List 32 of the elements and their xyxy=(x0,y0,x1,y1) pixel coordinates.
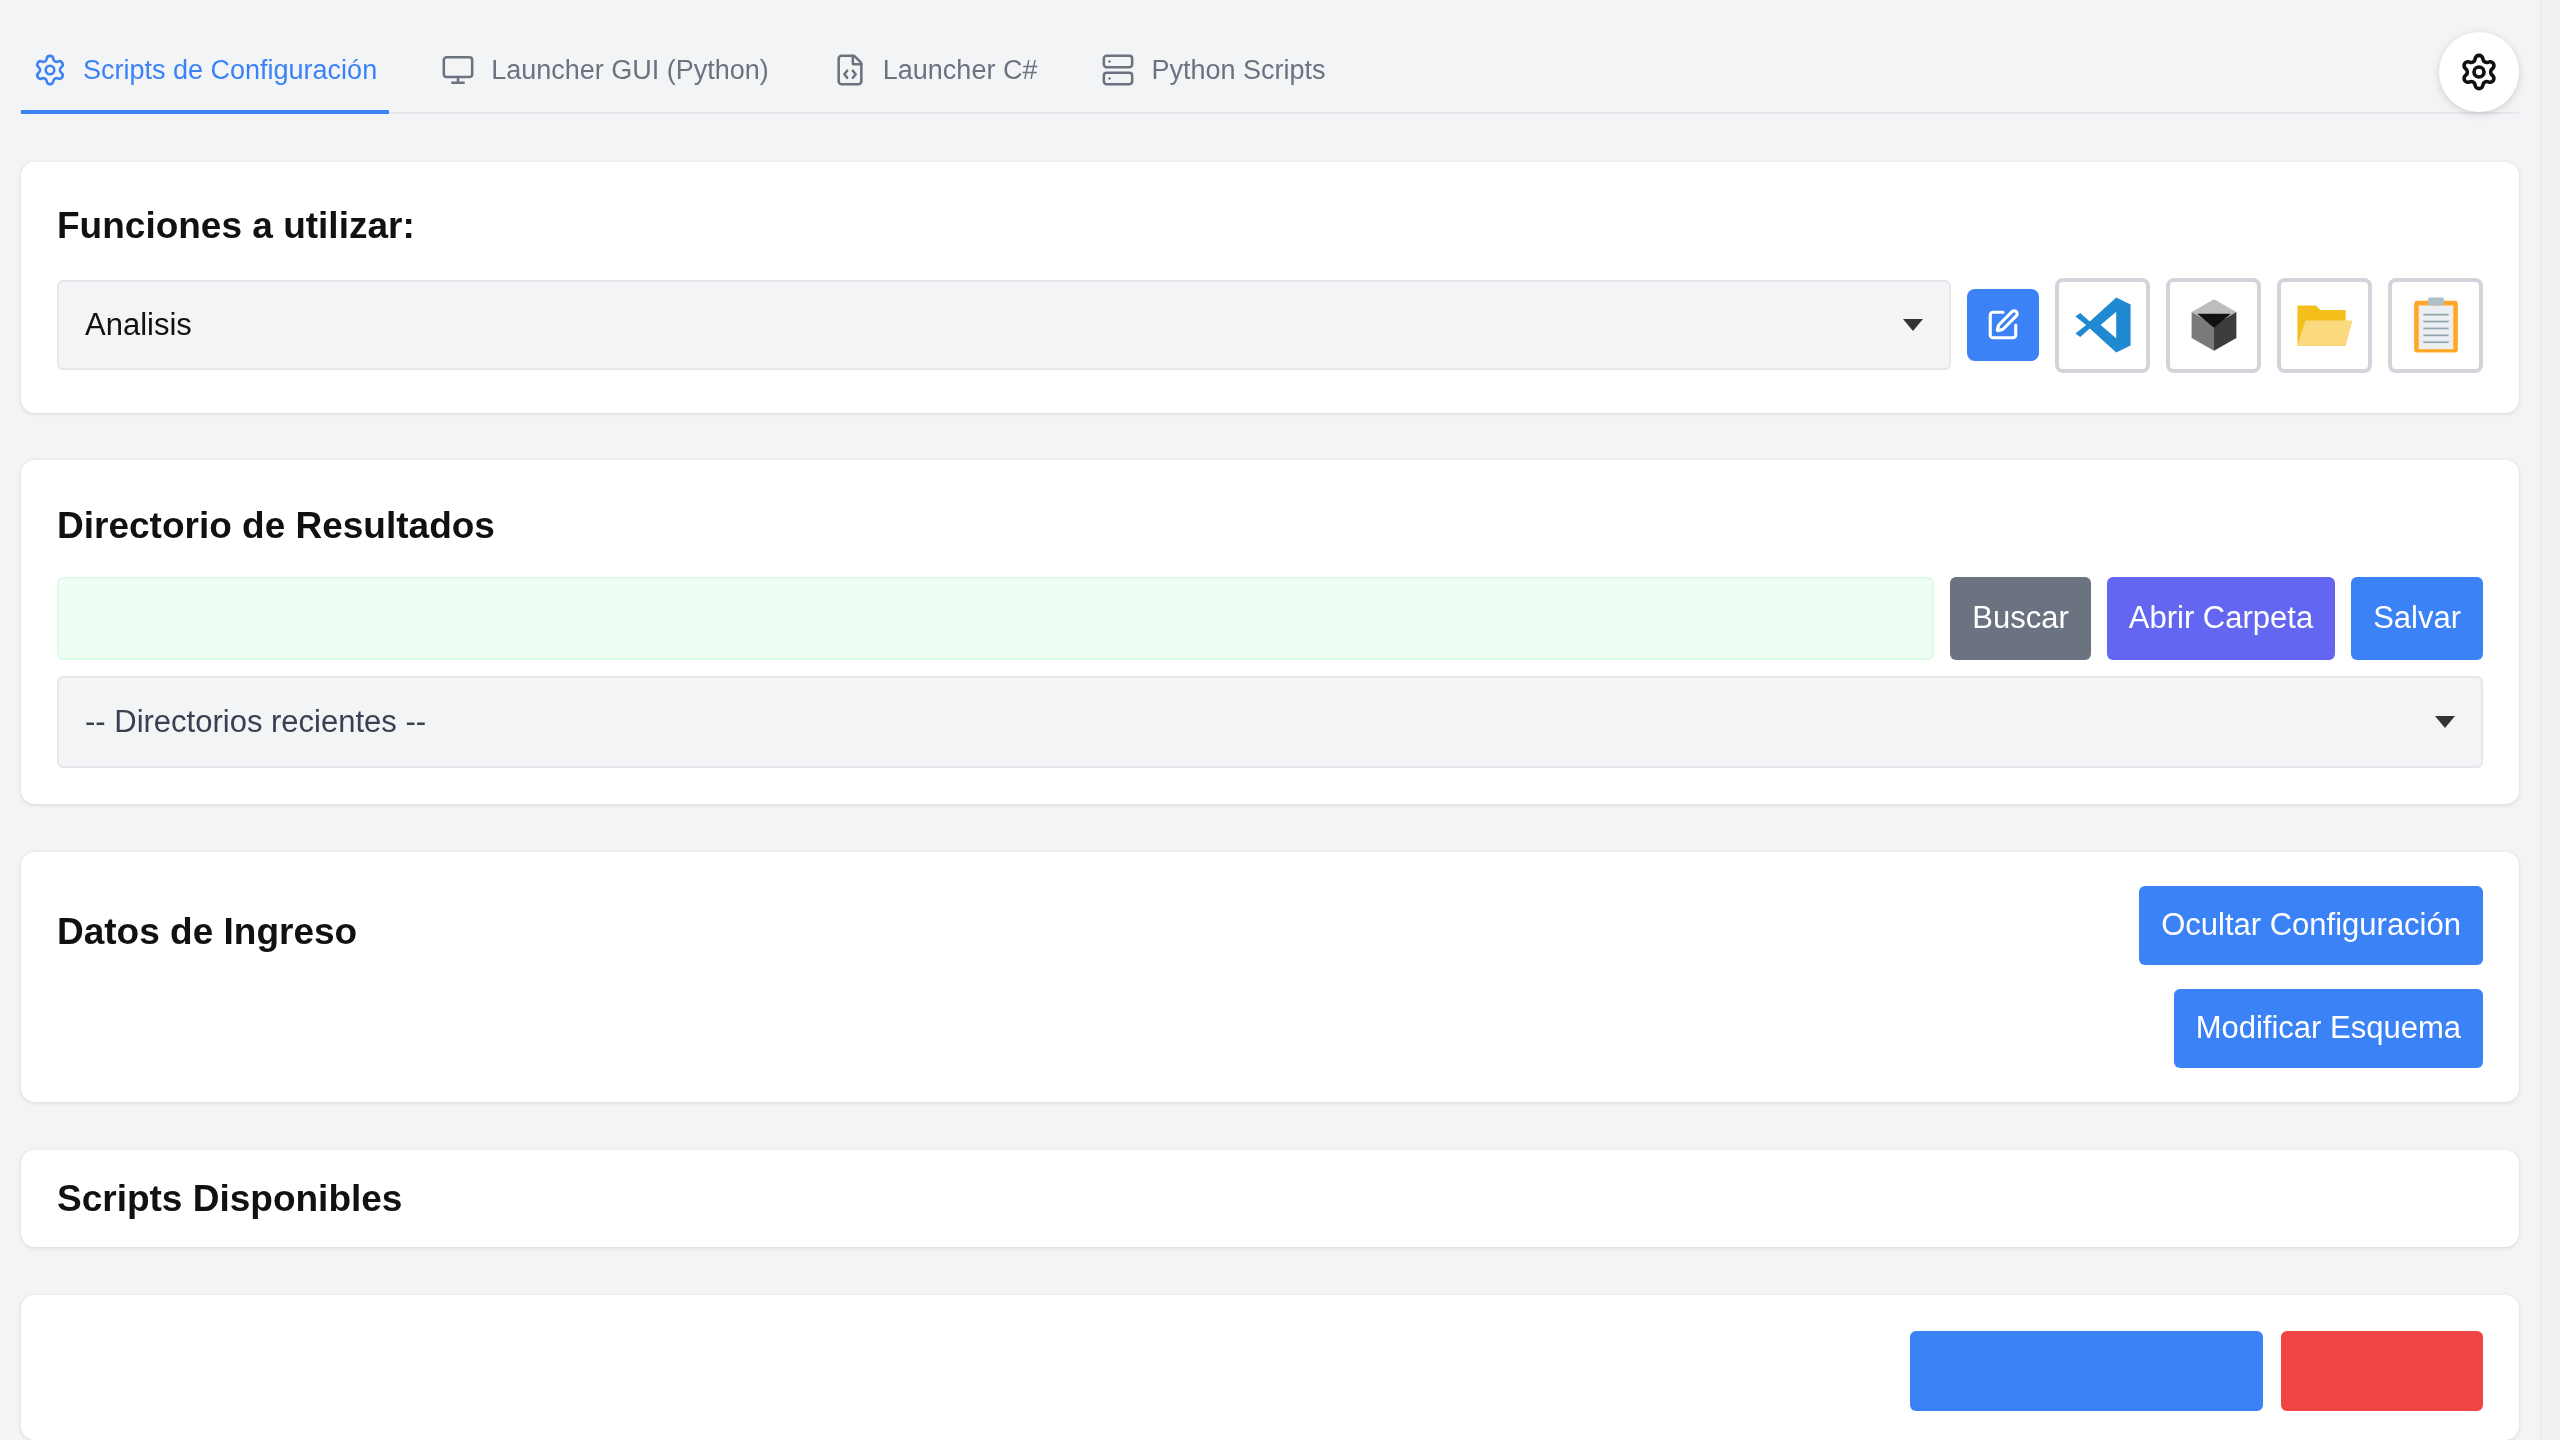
edit-icon xyxy=(1986,308,2020,342)
edit-button[interactable] xyxy=(1967,289,2039,361)
tab[interactable]: Scripts de Configuración xyxy=(21,49,390,114)
cube-app-button[interactable] xyxy=(2166,277,2261,373)
recent-directories-select[interactable]: -- Directorios recientes -- xyxy=(57,676,2483,768)
clipboard-icon xyxy=(2412,296,2459,354)
card-title: Funciones a utilizar: xyxy=(57,204,416,248)
card-title: Datos de Ingreso xyxy=(57,910,358,954)
dropdown-caret-icon xyxy=(2435,716,2455,728)
dropdown-caret-icon xyxy=(1903,319,1923,331)
tab[interactable]: Launcher C# xyxy=(820,49,1050,114)
tab[interactable]: Python Scripts xyxy=(1089,49,1338,114)
settings-icon xyxy=(2459,52,2499,92)
folder-icon xyxy=(2295,302,2354,348)
action-button[interactable]: Abrir Carpeta xyxy=(2106,577,2336,660)
code-editor-button[interactable] xyxy=(2055,277,2150,373)
directory-input[interactable] xyxy=(57,577,1935,660)
tab[interactable]: Launcher GUI (Python) xyxy=(429,49,781,114)
card-title: Scripts Disponibles xyxy=(57,1176,403,1221)
server-icon xyxy=(1101,52,1136,87)
action-button[interactable]: Salvar xyxy=(2351,577,2483,660)
action-button[interactable] xyxy=(2281,1331,2483,1412)
action-button[interactable]: Buscar xyxy=(1950,577,2091,660)
card-title: Directorio de Resultados xyxy=(57,503,496,548)
action-button[interactable] xyxy=(1910,1331,2263,1412)
clipboard-button[interactable] xyxy=(2388,277,2483,373)
settings-button[interactable] xyxy=(2439,32,2519,112)
gear-icon xyxy=(33,52,67,87)
action-button[interactable]: Modificar Esquema xyxy=(2173,989,2483,1068)
folder-button[interactable] xyxy=(2277,277,2372,373)
function-select[interactable]: Analisis xyxy=(57,280,1951,370)
action-button[interactable]: Ocultar Configuración xyxy=(2139,886,2483,965)
